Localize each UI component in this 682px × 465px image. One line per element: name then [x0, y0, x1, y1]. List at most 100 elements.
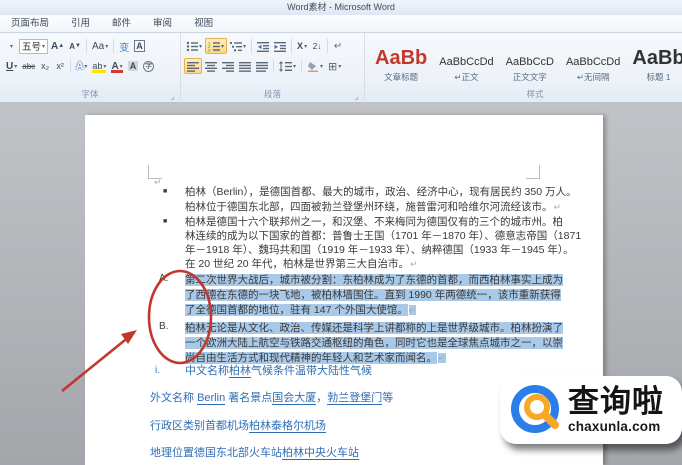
text-highlight-button[interactable]: ab ▾: [90, 58, 108, 74]
character-border-button[interactable]: A: [132, 38, 147, 54]
chevron-down-icon: ▾: [304, 43, 308, 50]
chevron-down-icon: ▾: [338, 63, 342, 70]
phonetic-guide-button[interactable]: 变: [117, 38, 131, 54]
sort-icon: 2↓: [312, 41, 322, 51]
style-body-text[interactable]: AaBbCcD 正文文字: [500, 39, 560, 83]
paragraph-mark-icon: ↵: [438, 353, 446, 363]
doc-line[interactable]: 林连续的成为以下国家的首都：普鲁士王国（1701 年－1870 年）、德意志帝国…: [185, 229, 581, 243]
watermark-domain: chaxunla.com: [568, 419, 661, 434]
style-heading-1[interactable]: AaBb 标题 1: [626, 39, 682, 83]
style-name: ↵正文: [454, 72, 479, 82]
pilcrow-icon: ↵: [333, 40, 343, 52]
bullet-list-icon: [186, 41, 198, 52]
multilevel-list-button[interactable]: ▾: [228, 38, 248, 54]
hyperlink[interactable]: 柏林: [229, 365, 251, 378]
style-normal[interactable]: AaBbCcDd ↵正文: [433, 39, 499, 83]
tab-mailings[interactable]: 邮件: [101, 13, 142, 32]
align-right-button[interactable]: [220, 58, 236, 74]
underline-button[interactable]: U ▾: [4, 58, 19, 74]
style-article-title[interactable]: AaBb 文章标题: [369, 39, 433, 83]
tab-page-layout[interactable]: 页面布局: [0, 13, 60, 32]
hyperlink[interactable]: Berlin: [197, 392, 226, 405]
chevron-down-icon: ▾: [84, 63, 88, 70]
styles-group: AaBb 文章标题 AaBbCcDd ↵正文 AaBbCcD 正文文字 AaBb…: [364, 33, 682, 103]
numbering-button[interactable]: 123 ▾: [205, 38, 228, 54]
character-border-icon: A: [134, 40, 145, 52]
font-group: ▾ 五号 ▾ A ▲ A ▼ Aa ▾ 变 A U ▾ abc x₂ x² A ▾: [0, 33, 180, 103]
asian-layout-icon: X: [297, 41, 304, 51]
shrink-font-button[interactable]: A ▼: [67, 38, 83, 54]
style-name: 标题 1: [646, 72, 671, 82]
bullet-marker: ■: [163, 188, 168, 195]
doc-line-selected[interactable]: 柏林无论是从文化、政治、传媒还是科学上讲都称的上是世界级城市。柏林扮演了: [185, 321, 563, 335]
list-marker-i: i.: [155, 365, 160, 376]
doc-line[interactable]: 年－1918 年）、魏玛共和国（1919 年－1933 年）、纳粹德国（1933…: [185, 243, 574, 257]
doc-line-selected[interactable]: 第二次世界大战后，城市被分割：东柏林成为了东德的首都，而西柏林事实上成为: [185, 273, 563, 287]
font-name-dropdown-arrow[interactable]: ▾: [4, 38, 18, 54]
text-effects-button[interactable]: A ▾: [74, 58, 89, 74]
asian-layout-button[interactable]: X ▾: [295, 38, 309, 54]
grow-font-button[interactable]: A ▲: [49, 38, 66, 54]
tab-references[interactable]: 引用: [60, 13, 101, 32]
doc-line-selected[interactable]: 了全德国首都的地位，驻有 147 个外国大使馆。↵: [185, 303, 417, 317]
doc-line-selected[interactable]: 尚自由生活方式和现代精神的年轻人和艺术家而闻名。↵: [185, 351, 446, 365]
superscript-button[interactable]: x²: [53, 58, 67, 74]
hyperlink[interactable]: 柏林泰格尔机场: [249, 420, 326, 433]
font-size-select[interactable]: 五号 ▾: [19, 38, 49, 54]
character-shading-button[interactable]: A: [126, 58, 141, 74]
chevron-down-icon: ▾: [320, 63, 324, 70]
watermark-card: 查询啦 chaxunla.com: [500, 376, 682, 444]
font-size-value: 五号: [22, 42, 42, 53]
decrease-indent-button[interactable]: [255, 38, 271, 54]
borders-button[interactable]: ⊞ ▾: [326, 58, 343, 74]
distribute-button[interactable]: [254, 58, 270, 74]
tab-review[interactable]: 审阅: [142, 13, 183, 32]
align-left-icon: [187, 61, 199, 72]
hyperlink[interactable]: 国会大厦: [272, 392, 317, 405]
doc-line-links[interactable]: 地理位置德国东北部火车站柏林中央火车站: [150, 446, 359, 460]
doc-line-links[interactable]: 中文名称柏林气候条件温带大陆性气候: [185, 364, 372, 378]
hyperlink[interactable]: 勃兰登堡门: [327, 392, 383, 405]
doc-line[interactable]: 在 20 世纪 20 年代，柏林是世界第三大自治市。↵: [185, 257, 418, 271]
doc-line-selected[interactable]: 一个欧洲大陆上航空与铁路交通枢纽的角色，同时它也是全球焦点城市之一，以崇: [185, 336, 563, 350]
strikethrough-button[interactable]: abc: [20, 58, 37, 74]
svg-text:3: 3: [208, 47, 211, 52]
paragraph-dialog-launcher[interactable]: ⌟: [352, 92, 361, 101]
doc-line-selected[interactable]: 了西德在东德的一块飞地，被柏林墙围住。直到 1990 年两德统一，该市重新获得: [185, 288, 561, 302]
list-marker-b: B.: [159, 321, 169, 332]
align-right-icon: [222, 61, 234, 72]
doc-line-links[interactable]: 行政区类别首都机场柏林泰格尔机场: [150, 419, 326, 433]
doc-line-links[interactable]: 外文名称 Berlin 著名景点国会大厦，勃兰登堡门等: [150, 391, 393, 405]
sort-button[interactable]: 2↓: [310, 38, 324, 54]
style-name: 文章标题: [384, 72, 419, 82]
doc-line[interactable]: 柏林（Berlin），是德国首都、最大的城市，政治、经济中心，现有居民约 350…: [185, 185, 576, 199]
bullets-button[interactable]: ▾: [184, 38, 204, 54]
font-color-button[interactable]: A ▾: [109, 58, 124, 74]
doc-line[interactable]: 柏林是德国十六个联邦州之一，和汉堡、不来梅同为德国仅有的三个的城市州。柏: [185, 215, 563, 229]
enclose-characters-button[interactable]: 字: [141, 58, 156, 74]
chevron-down-icon: ▾: [103, 63, 107, 70]
doc-line[interactable]: 柏林位于德国东北部，四面被勃兰登堡州环绕，施普雷河和哈维尔河流经该市。↵: [185, 200, 561, 214]
increase-indent-button[interactable]: [272, 38, 288, 54]
change-case-button[interactable]: Aa ▾: [90, 38, 110, 54]
paragraph-mark-icon: ↵: [408, 305, 417, 315]
align-left-button[interactable]: [184, 58, 202, 74]
hyperlink[interactable]: 柏林中央火车站: [282, 447, 359, 460]
show-hide-marks-button[interactable]: ↵: [331, 38, 345, 54]
style-no-spacing[interactable]: AaBbCcDd ↵无间隔: [560, 39, 626, 83]
window-title: Word素材 - Microsoft Word: [287, 2, 395, 12]
font-dialog-launcher[interactable]: ⌟: [168, 92, 177, 101]
style-preview: AaBbCcDd: [439, 56, 494, 68]
chevron-down-icon: ▾: [199, 43, 203, 50]
style-preview: AaBb: [632, 47, 682, 69]
shading-button[interactable]: ▾: [305, 58, 325, 74]
distribute-icon: [256, 61, 268, 72]
subscript-button[interactable]: x₂: [38, 58, 52, 74]
style-preview: AaBbCcD: [505, 56, 554, 68]
paragraph-mark-icon: ↵: [154, 177, 162, 187]
phonetic-guide-icon: 变: [119, 42, 130, 54]
tab-view[interactable]: 视图: [183, 13, 224, 32]
line-spacing-button[interactable]: ▾: [277, 58, 298, 74]
justify-button[interactable]: [237, 58, 253, 74]
align-center-button[interactable]: [203, 58, 219, 74]
